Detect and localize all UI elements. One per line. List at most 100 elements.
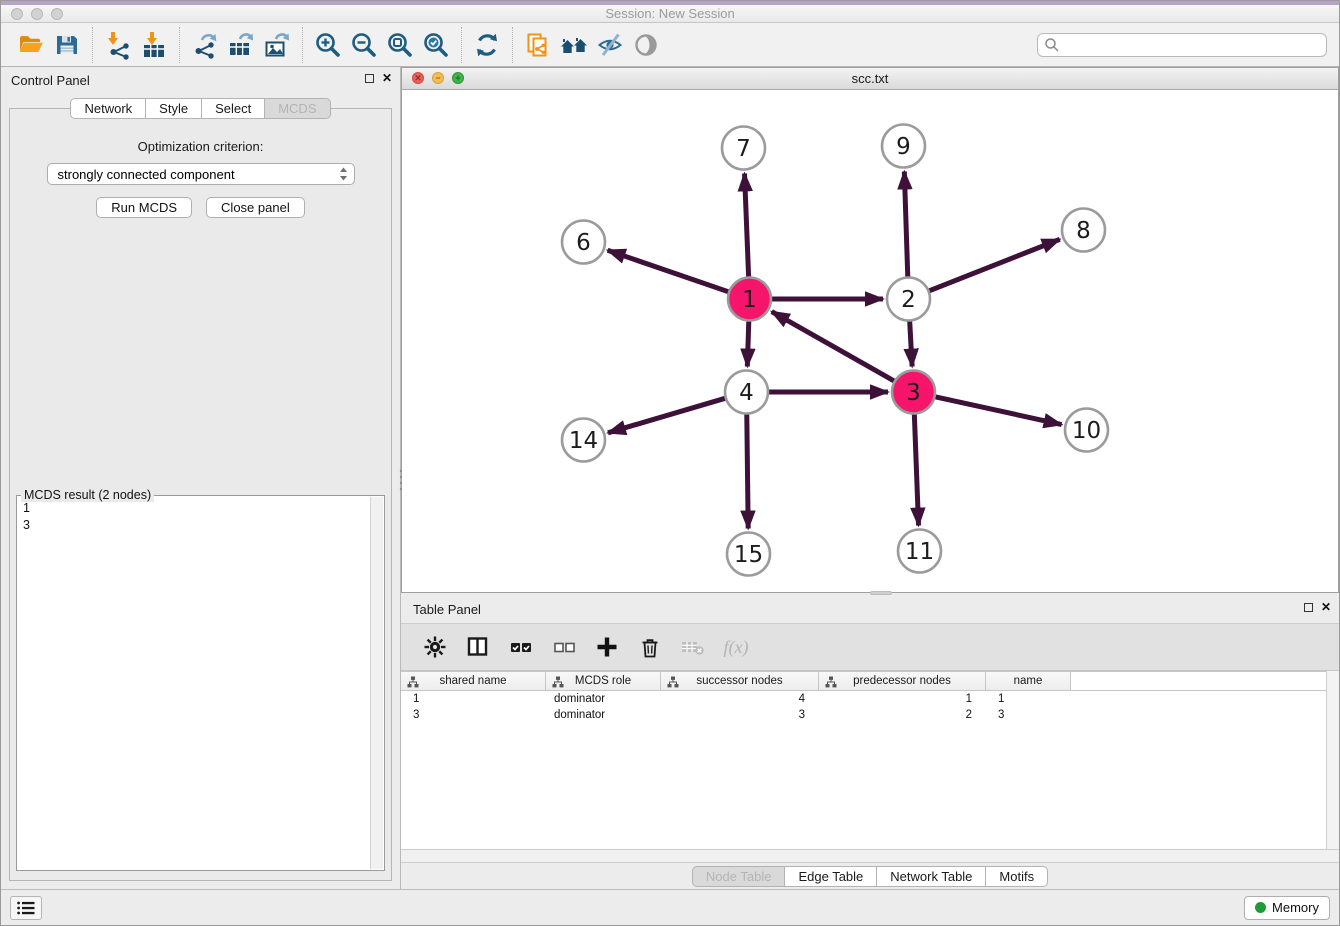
column-label: predecessor nodes bbox=[853, 675, 951, 687]
cell-name[interactable]: 1 bbox=[986, 693, 1071, 705]
select-all-button[interactable] bbox=[507, 633, 535, 661]
table-row[interactable]: 3 dominator 3 2 3 bbox=[401, 707, 1326, 723]
cell-predecessor-nodes[interactable]: 1 bbox=[819, 693, 986, 705]
task-history-button[interactable] bbox=[10, 896, 42, 920]
node-7[interactable]: 7 bbox=[722, 127, 765, 170]
node-9[interactable]: 9 bbox=[882, 125, 925, 168]
node-6[interactable]: 6 bbox=[562, 221, 605, 264]
search-input[interactable] bbox=[1060, 37, 1320, 52]
zoom-in-button[interactable] bbox=[310, 27, 346, 63]
cell-mcds-role[interactable]: dominator bbox=[546, 709, 661, 721]
cell-mcds-role[interactable]: dominator bbox=[546, 693, 661, 705]
save-session-button[interactable] bbox=[49, 27, 85, 63]
node-label: 2 bbox=[901, 287, 916, 313]
run-mcds-button[interactable]: Run MCDS bbox=[96, 197, 192, 218]
deselect-all-button[interactable] bbox=[550, 633, 578, 661]
edge-1-6[interactable] bbox=[608, 250, 733, 293]
result-scrollbar[interactable] bbox=[370, 497, 383, 869]
column-settings-button[interactable] bbox=[421, 633, 449, 661]
add-column-button[interactable] bbox=[593, 633, 621, 661]
column-header-shared-name[interactable]: shared name bbox=[401, 672, 546, 690]
cell-successor-nodes[interactable]: 4 bbox=[661, 693, 819, 705]
cell-successor-nodes[interactable]: 3 bbox=[661, 709, 819, 721]
refresh-network-button[interactable] bbox=[469, 27, 505, 63]
edge-2-3[interactable] bbox=[909, 316, 912, 366]
edge-2-8[interactable] bbox=[925, 239, 1060, 292]
open-folder-icon bbox=[16, 30, 46, 60]
column-header-mcds-role[interactable]: MCDS role bbox=[546, 672, 661, 690]
close-panel-button[interactable]: Close panel bbox=[206, 197, 305, 218]
edge-3-11[interactable] bbox=[914, 409, 918, 525]
tab-select[interactable]: Select bbox=[201, 98, 265, 119]
network-window-titlebar[interactable]: scc.txt bbox=[402, 68, 1338, 90]
edge-1-7[interactable] bbox=[745, 173, 749, 281]
deselect-all-icon bbox=[552, 635, 576, 659]
cell-name[interactable]: 3 bbox=[986, 709, 1071, 721]
edge-1-4[interactable] bbox=[747, 316, 749, 366]
node-14[interactable]: 14 bbox=[562, 419, 605, 462]
tab-mcds[interactable]: MCDS bbox=[264, 98, 330, 119]
tab-edge-table[interactable]: Edge Table bbox=[784, 866, 877, 887]
criterion-select[interactable]: strongly connected component bbox=[47, 163, 355, 185]
node-1[interactable]: 1 bbox=[728, 278, 771, 321]
column-header-successor-nodes[interactable]: successor nodes bbox=[661, 672, 819, 690]
tab-style[interactable]: Style bbox=[145, 98, 202, 119]
network-canvas[interactable]: 7 9 6 8 1 2 4 3 14 10 15 11 bbox=[402, 90, 1338, 592]
memory-button[interactable]: Memory bbox=[1244, 896, 1330, 920]
edge-3-10[interactable] bbox=[931, 396, 1062, 425]
import-network-button[interactable] bbox=[100, 27, 136, 63]
float-panel-icon[interactable] bbox=[365, 74, 374, 83]
export-table-button[interactable] bbox=[223, 27, 259, 63]
panel-split-handle[interactable] bbox=[399, 468, 403, 494]
node-15[interactable]: 15 bbox=[727, 533, 770, 576]
tab-network-table[interactable]: Network Table bbox=[876, 866, 986, 887]
tab-motifs[interactable]: Motifs bbox=[985, 866, 1048, 887]
zoom-out-button[interactable] bbox=[346, 27, 382, 63]
zoom-fit-button[interactable] bbox=[382, 27, 418, 63]
edge-4-15[interactable] bbox=[747, 409, 748, 528]
import-table-button[interactable] bbox=[136, 27, 172, 63]
node-4[interactable]: 4 bbox=[725, 371, 768, 414]
main-area: Control Panel Network Style Select MCDS … bbox=[1, 67, 1339, 889]
close-panel-icon[interactable] bbox=[382, 73, 392, 84]
show-columns-button[interactable] bbox=[464, 633, 492, 661]
node-8[interactable]: 8 bbox=[1062, 209, 1105, 252]
close-table-panel-icon[interactable] bbox=[1321, 602, 1331, 613]
gear-icon bbox=[423, 635, 447, 659]
clone-network-button[interactable] bbox=[520, 27, 556, 63]
edge-2-9[interactable] bbox=[904, 171, 908, 281]
delete-column-button[interactable] bbox=[636, 633, 664, 661]
tab-network[interactable]: Network bbox=[70, 98, 146, 119]
table-vertical-scrollbar[interactable] bbox=[1326, 671, 1339, 849]
search-box[interactable] bbox=[1037, 33, 1327, 57]
cell-shared-name[interactable]: 3 bbox=[401, 709, 546, 721]
column-header-name[interactable]: name bbox=[986, 672, 1071, 690]
edge-3-1[interactable] bbox=[772, 312, 899, 384]
workspace: scc.txt 7968124314101511 Table Panel bbox=[401, 67, 1339, 889]
table-row[interactable]: 1 dominator 4 1 1 bbox=[401, 691, 1326, 707]
node-3[interactable]: 3 bbox=[892, 371, 935, 414]
clone-network-icon bbox=[523, 30, 553, 60]
node-10[interactable]: 10 bbox=[1065, 409, 1108, 452]
hide-panels-button[interactable] bbox=[592, 27, 628, 63]
edge-4-14[interactable] bbox=[608, 397, 730, 433]
fx-icon: f(x) bbox=[724, 637, 749, 658]
cell-predecessor-nodes[interactable]: 2 bbox=[819, 709, 986, 721]
delete-table-button bbox=[679, 633, 707, 661]
node-2[interactable]: 2 bbox=[887, 278, 930, 321]
show-panels-button[interactable] bbox=[628, 27, 664, 63]
open-session-button[interactable] bbox=[13, 27, 49, 63]
home-layout-button[interactable] bbox=[556, 27, 592, 63]
zoom-selected-button[interactable] bbox=[418, 27, 454, 63]
column-header-predecessor-nodes[interactable]: predecessor nodes bbox=[819, 672, 986, 690]
view-resize-handle[interactable] bbox=[870, 591, 892, 595]
table-horizontal-scrollbar[interactable] bbox=[401, 849, 1339, 863]
node-11[interactable]: 11 bbox=[898, 530, 941, 573]
network-graph[interactable]: 7 9 6 8 1 2 4 3 14 10 15 11 bbox=[402, 90, 1338, 592]
mcds-result-box[interactable]: MCDS result (2 nodes) 1 3 bbox=[16, 495, 385, 871]
export-image-button[interactable] bbox=[259, 27, 295, 63]
export-network-button[interactable] bbox=[187, 27, 223, 63]
float-table-panel-icon[interactable] bbox=[1304, 603, 1313, 612]
tab-node-table[interactable]: Node Table bbox=[692, 866, 786, 887]
cell-shared-name[interactable]: 1 bbox=[401, 693, 546, 705]
